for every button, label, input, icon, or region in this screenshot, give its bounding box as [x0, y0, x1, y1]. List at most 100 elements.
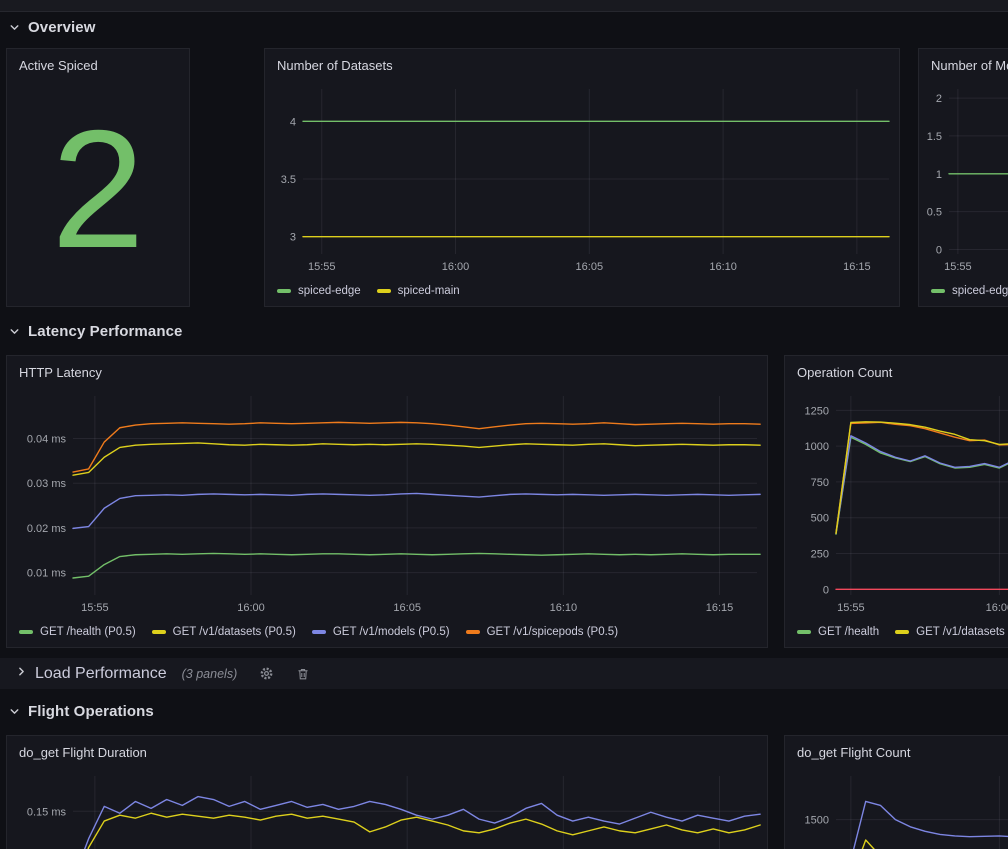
section-label: Latency Performance [28, 323, 182, 340]
legend-swatch [19, 630, 33, 634]
section-label: Load Performance [35, 665, 167, 683]
panel-title[interactable]: do_get Flight Duration [7, 736, 767, 770]
legend-label: spiced-edge [952, 285, 1008, 297]
legend-label: spiced-edge [298, 285, 361, 297]
legend-item[interactable]: spiced-edge [277, 285, 361, 297]
svg-text:0: 0 [823, 584, 829, 596]
legend-label: GET /health [818, 626, 879, 638]
svg-text:15:55: 15:55 [944, 261, 972, 273]
legend-item[interactable]: GET /health (P0.5) [19, 626, 136, 638]
section-label: Flight Operations [28, 703, 154, 720]
legend-swatch [895, 630, 909, 634]
stat-value: 2 [7, 83, 189, 306]
panel-do-get-flight-duration: do_get Flight Duration 15:5516:0016:0516… [6, 735, 768, 849]
svg-text:16:00: 16:00 [442, 261, 470, 273]
legend-item[interactable]: spiced-main [377, 285, 460, 297]
svg-text:16:00: 16:00 [986, 602, 1008, 614]
svg-text:16:00: 16:00 [237, 602, 265, 614]
legend-item[interactable]: GET /v1/models (P0.5) [312, 626, 450, 638]
chart-legend: spiced-edge [919, 276, 1008, 306]
svg-text:0: 0 [936, 244, 942, 256]
legend-label: spiced-main [398, 285, 460, 297]
chart-number-of-datasets[interactable]: 15:5516:0016:0516:1016:1533.54 [265, 83, 899, 276]
x-axis: 15:55 [944, 89, 972, 273]
legend-swatch [312, 630, 326, 634]
svg-text:1500: 1500 [805, 815, 829, 827]
legend-item[interactable]: GET /v1/datasets (P0.5) [152, 626, 296, 638]
gear-icon[interactable] [258, 666, 274, 682]
legend-item[interactable]: GET /v1/datasets [895, 626, 1005, 638]
chart-operation-count[interactable]: 15:5516:00025050075010001250 [785, 390, 1008, 617]
svg-text:1: 1 [936, 169, 942, 181]
panel-number-of-models: Number of Models 15:5500.511.52 spiced-e… [918, 48, 1008, 307]
svg-text:1250: 1250 [805, 405, 829, 417]
section-header-latency[interactable]: Latency Performance [8, 320, 182, 342]
series-lines [73, 422, 760, 578]
svg-text:2: 2 [936, 93, 942, 105]
legend-swatch [466, 630, 480, 634]
chart-number-of-models[interactable]: 15:5500.511.52 [919, 83, 1008, 276]
panel-http-latency: HTTP Latency 15:5516:0016:0516:1016:150.… [6, 355, 768, 648]
chevron-down-icon [8, 325, 21, 338]
chevron-right-icon [15, 665, 28, 683]
legend-label: GET /v1/datasets (P0.5) [173, 626, 296, 638]
svg-text:0.01 ms: 0.01 ms [27, 568, 67, 580]
svg-text:16:10: 16:10 [550, 602, 578, 614]
legend-item[interactable]: GET /health [797, 626, 879, 638]
svg-text:15:55: 15:55 [308, 261, 336, 273]
grafana-dashboard: Overview Active Spiced 2 Number of Datas… [0, 0, 1008, 849]
chart-legend: spiced-edge spiced-main [265, 276, 899, 306]
chart-do-get-flight-duration[interactable]: 15:5516:0016:0516:1016:15 0.15 ms [7, 770, 767, 849]
svg-text:3.5: 3.5 [281, 174, 296, 186]
x-axis: 15:5516:0016:0516:1016:15 [81, 776, 733, 849]
chevron-down-icon [8, 705, 21, 718]
legend-swatch [931, 289, 945, 293]
panel-number-of-datasets: Number of Datasets 15:5516:0016:0516:101… [264, 48, 900, 307]
chart-do-get-flight-count[interactable]: 15:5516:001500 [785, 770, 1008, 849]
panel-title[interactable]: Number of Datasets [265, 49, 899, 83]
panel-active-spiced: Active Spiced 2 [6, 48, 190, 307]
legend-item[interactable]: spiced-edge [931, 285, 1008, 297]
series-lines [836, 801, 1008, 849]
svg-text:0.02 ms: 0.02 ms [27, 523, 67, 535]
svg-text:16:15: 16:15 [706, 602, 734, 614]
svg-text:250: 250 [811, 548, 829, 560]
svg-text:750: 750 [811, 477, 829, 489]
panel-title[interactable]: Number of Models [919, 49, 1008, 83]
svg-text:16:05: 16:05 [393, 602, 421, 614]
panel-title[interactable]: HTTP Latency [7, 356, 767, 390]
toolbar-edge [0, 0, 1008, 12]
svg-text:16:10: 16:10 [709, 261, 737, 273]
section-header-flight[interactable]: Flight Operations [8, 700, 154, 722]
svg-text:1.5: 1.5 [927, 131, 942, 143]
y-axis: 33.54 [281, 116, 889, 243]
svg-text:500: 500 [811, 513, 829, 525]
svg-text:1000: 1000 [805, 441, 829, 453]
legend-item[interactable]: GET /v1/spicepods (P0.5) [466, 626, 618, 638]
legend-label: GET /v1/models (P0.5) [333, 626, 450, 638]
y-axis: 0 250 500 750 1000 1250 [805, 405, 1008, 596]
panel-operation-count: Operation Count 15:5516:0002505007501000… [784, 355, 1008, 648]
section-header-overview[interactable]: Overview [8, 16, 96, 38]
trash-icon[interactable] [295, 666, 311, 682]
panel-title[interactable]: do_get Flight Count [785, 736, 1008, 770]
legend-label: GET /v1/spicepods (P0.5) [487, 626, 618, 638]
legend-swatch [277, 289, 291, 293]
panel-title[interactable]: Active Spiced [7, 49, 189, 83]
section-header-load-performance[interactable]: Load Performance (3 panels) [0, 658, 1008, 689]
chevron-down-icon [8, 21, 21, 34]
series-lines [73, 797, 760, 849]
panel-count-note: (3 panels) [182, 667, 238, 681]
chart-legend: GET /health (P0.5) GET /v1/datasets (P0.5… [7, 617, 767, 647]
y-axis: 0.15 ms [27, 806, 757, 818]
panel-title[interactable]: Operation Count [785, 356, 1008, 390]
svg-text:16:05: 16:05 [576, 261, 604, 273]
legend-swatch [152, 630, 166, 634]
chart-http-latency[interactable]: 15:5516:0016:0516:1016:150.01 ms0.02 ms0… [7, 390, 767, 617]
series-lines [836, 422, 1008, 590]
svg-text:0.15 ms: 0.15 ms [27, 806, 67, 818]
x-axis: 15:5516:0016:0516:1016:15 [81, 396, 733, 614]
panel-do-get-flight-count: do_get Flight Count 15:5516:001500 [784, 735, 1008, 849]
section-label: Overview [28, 19, 96, 36]
svg-text:0.03 ms: 0.03 ms [27, 478, 67, 490]
